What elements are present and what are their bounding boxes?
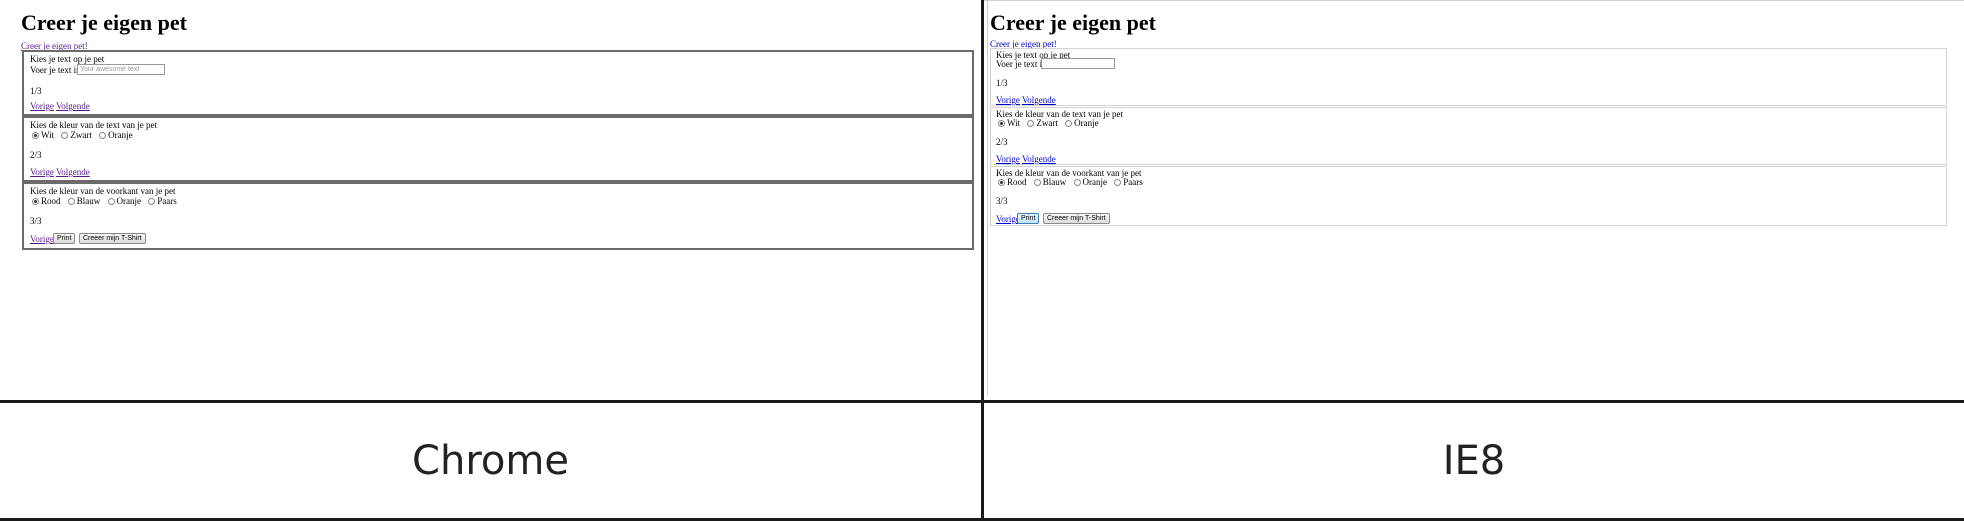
radio-wit[interactable] <box>32 132 39 139</box>
option-paars-label: Paars <box>157 196 177 206</box>
step-counter: 3/3 <box>30 216 42 226</box>
step-counter: 2/3 <box>30 150 42 160</box>
option-oranje-label: Oranje <box>108 130 133 140</box>
create-shirt-button[interactable]: Creeer mijn T-Shirt <box>1043 213 1110 224</box>
print-button[interactable]: Print <box>53 233 76 244</box>
browser-frame-edge <box>987 0 988 396</box>
next-link[interactable]: Volgende <box>56 101 90 111</box>
next-link[interactable]: Volgende <box>56 167 90 177</box>
radio-oranje[interactable] <box>1073 179 1081 186</box>
option-blauw-label: Blauw <box>76 196 101 206</box>
previous-link[interactable]: Vorige <box>996 154 1020 164</box>
step-3-heading: Kies de kleur van de voorkant van je pet <box>30 186 176 196</box>
option-paars-label: Paars <box>1123 177 1143 187</box>
previous-link[interactable]: Vorige <box>30 234 54 244</box>
step-2-nav: Vorige Volgende <box>996 154 1056 164</box>
step-counter: 3/3 <box>996 196 1008 206</box>
step-1-panel: Kies je text op je pet Voer je text in 1… <box>990 48 1947 106</box>
previous-link[interactable]: Vorige <box>30 167 54 177</box>
step-3-panel: Kies de kleur van de voorkant van je pet… <box>990 166 1947 226</box>
cap-text-input[interactable]: Your awesome text <box>77 64 165 75</box>
previous-link[interactable]: Vorige <box>996 95 1020 105</box>
radio-zwart[interactable] <box>61 132 69 139</box>
ie8-screenshot-pane: Creer je eigen pet Creer je eigen pet! K… <box>984 0 1964 400</box>
radio-rood[interactable] <box>32 198 39 205</box>
print-button[interactable]: Print <box>1017 213 1040 224</box>
radio-zwart[interactable] <box>1027 120 1035 127</box>
radio-oranje[interactable] <box>107 198 115 205</box>
browser-frame-edge <box>984 0 1964 1</box>
step-2-panel: Kies de kleur van de text van je pet Wit… <box>990 107 1947 165</box>
previous-link[interactable]: Vorige <box>30 101 54 111</box>
radio-paars[interactable] <box>1114 179 1122 186</box>
text-input-label: Voer je text in <box>30 65 81 75</box>
text-color-options: Wit Zwart Oranje <box>32 130 138 140</box>
option-oranje-label: Oranje <box>1082 177 1108 187</box>
cap-text-input[interactable] <box>1041 58 1115 69</box>
option-blauw-label: Blauw <box>1042 177 1067 187</box>
step-1-nav: Vorige Volgende <box>30 101 90 111</box>
step-2-nav: Vorige Volgende <box>30 167 90 177</box>
option-rood-label: Rood <box>1007 177 1027 187</box>
caption-ie8: IE8 <box>1442 437 1506 484</box>
option-oranje-label: Oranje <box>1074 118 1099 128</box>
step-counter: 2/3 <box>996 137 1008 147</box>
option-wit-label: Wit <box>1007 118 1021 128</box>
radio-blauw[interactable] <box>1033 179 1041 186</box>
step-counter: 1/3 <box>996 78 1008 88</box>
option-rood-label: Rood <box>41 196 61 206</box>
radio-rood[interactable] <box>998 179 1005 186</box>
radio-oranje[interactable] <box>99 132 107 139</box>
caption-chrome: Chrome <box>412 437 569 484</box>
next-link[interactable]: Volgende <box>1022 154 1056 164</box>
front-color-options: Rood Blauw Oranje Paars <box>998 177 1148 187</box>
option-zwart-label: Zwart <box>1036 118 1058 128</box>
step-1-heading: Kies je text op je pet <box>30 54 105 64</box>
radio-blauw[interactable] <box>67 198 75 205</box>
step-counter: 1/3 <box>30 86 42 96</box>
front-color-options: Rood Blauw Oranje Paars <box>32 196 182 206</box>
page-title: Creer je eigen pet <box>990 10 1156 35</box>
option-zwart-label: Zwart <box>70 130 92 140</box>
next-link[interactable]: Volgende <box>1022 95 1056 105</box>
radio-oranje[interactable] <box>1065 120 1073 127</box>
option-oranje-label: Oranje <box>116 196 142 206</box>
step-1-nav: Vorige Volgende <box>996 95 1056 105</box>
page-title: Creer je eigen pet <box>21 10 187 35</box>
text-input-label: Voer je text in <box>996 59 1047 69</box>
step-3-panel: Kies de kleur van de voorkant van je pet… <box>22 182 974 250</box>
create-shirt-button[interactable]: Creeer mijn T-Shirt <box>79 233 146 244</box>
option-wit-label: Wit <box>41 130 55 140</box>
radio-paars[interactable] <box>148 198 156 205</box>
step-2-panel: Kies de kleur van de text van je pet Wit… <box>22 116 974 182</box>
chrome-screenshot-pane: Creer je eigen pet Creer je eigen pet! K… <box>0 0 981 400</box>
text-color-options: Wit Zwart Oranje <box>998 118 1104 128</box>
step-2-heading: Kies de kleur van de text van je pet <box>30 120 157 130</box>
step-1-panel: Kies je text op je pet Voer je text in Y… <box>22 50 974 116</box>
radio-wit[interactable] <box>998 120 1005 127</box>
